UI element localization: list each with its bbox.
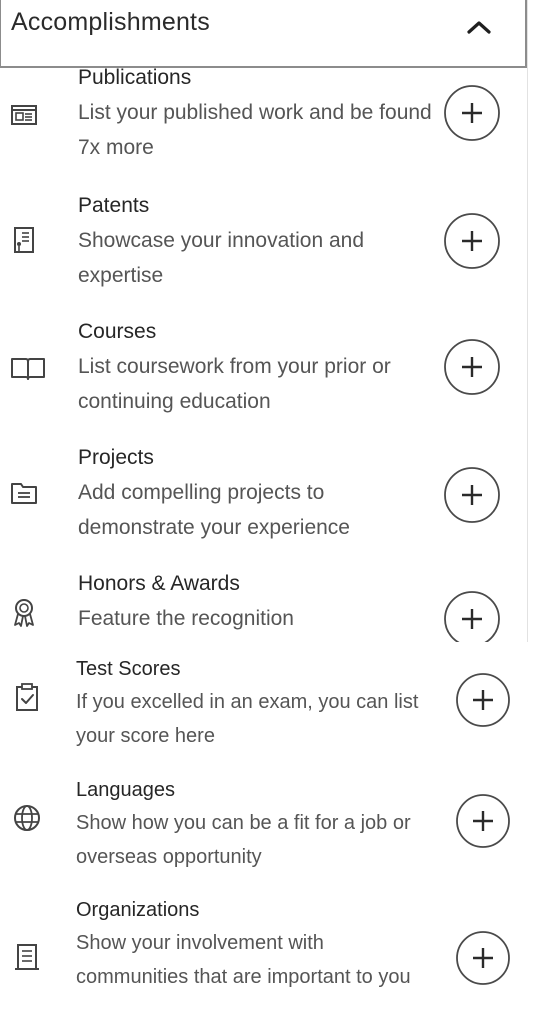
plus-circle-icon xyxy=(444,339,500,395)
accomplishments-header: Accomplishments xyxy=(0,0,527,68)
item-description: Show your involvement with communities t… xyxy=(76,932,411,988)
item-title: Publications xyxy=(78,66,192,89)
plus-circle-icon xyxy=(444,213,500,269)
folder-icon xyxy=(10,479,38,507)
item-description: Add compelling projects to demonstrate y… xyxy=(78,481,350,539)
add-course-button[interactable] xyxy=(443,338,501,396)
item-description: Showcase your innovation and expertise xyxy=(78,229,365,287)
add-honor-award-button[interactable] xyxy=(443,590,501,642)
accomplishment-item-publications: Publications List your published work an… xyxy=(0,58,527,178)
section-title: Accomplishments xyxy=(11,8,210,36)
item-title: Honors & Awards xyxy=(78,572,240,595)
item-description: List your published work and be found 7x… xyxy=(78,101,432,159)
globe-icon xyxy=(12,803,40,831)
plus-circle-icon xyxy=(456,931,510,985)
item-title: Test Scores xyxy=(76,658,181,680)
add-publication-button[interactable] xyxy=(443,84,501,142)
item-title: Projects xyxy=(78,446,154,469)
accomplishment-item-patents: Patents Showcase your innovation and exp… xyxy=(0,188,527,308)
accomplishment-item-languages: Languages Show how you can be a fit for … xyxy=(0,776,536,896)
accomplishment-item-honors-awards: Honors & Awards Feature the recognition xyxy=(0,568,527,642)
award-icon xyxy=(10,598,38,627)
accomplishments-panel-top: Accomplishments Publications List your p… xyxy=(0,0,528,642)
accomplishment-item-projects: Projects Add compelling projects to demo… xyxy=(0,442,527,562)
item-title: Languages xyxy=(76,779,175,801)
item-title: Patents xyxy=(78,194,150,217)
plus-circle-icon xyxy=(444,467,500,523)
accomplishment-item-organizations: Organizations Show your involvement with… xyxy=(0,896,536,1019)
patent-icon xyxy=(10,226,38,254)
add-patent-button[interactable] xyxy=(443,212,501,270)
plus-circle-icon xyxy=(444,591,500,642)
book-icon xyxy=(10,354,46,382)
item-title: Courses xyxy=(78,320,157,343)
plus-circle-icon xyxy=(444,85,500,141)
chevron-up-icon xyxy=(467,21,491,34)
collapse-button[interactable] xyxy=(457,6,501,50)
clipboard-check-icon xyxy=(14,682,42,711)
plus-circle-icon xyxy=(456,794,510,848)
item-title: Organizations xyxy=(76,899,200,921)
plus-circle-icon xyxy=(456,673,510,727)
add-language-button[interactable] xyxy=(455,793,511,849)
accomplishment-item-test-scores: Test Scores If you excelled in an exam, … xyxy=(0,654,536,774)
accomplishments-panel-bottom: Test Scores If you excelled in an exam, … xyxy=(0,642,536,1019)
publication-icon xyxy=(10,101,38,129)
accomplishment-item-courses: Courses List coursework from your prior … xyxy=(0,314,527,434)
building-icon xyxy=(14,942,42,970)
add-project-button[interactable] xyxy=(443,466,501,524)
add-test-score-button[interactable] xyxy=(455,672,511,728)
item-description: Show how you can be a fit for a job or o… xyxy=(76,812,411,868)
item-description: Feature the recognition xyxy=(78,607,294,630)
item-description: List coursework from your prior or conti… xyxy=(78,355,391,413)
item-description: If you excelled in an exam, you can list… xyxy=(76,691,419,747)
add-organization-button[interactable] xyxy=(455,930,511,986)
